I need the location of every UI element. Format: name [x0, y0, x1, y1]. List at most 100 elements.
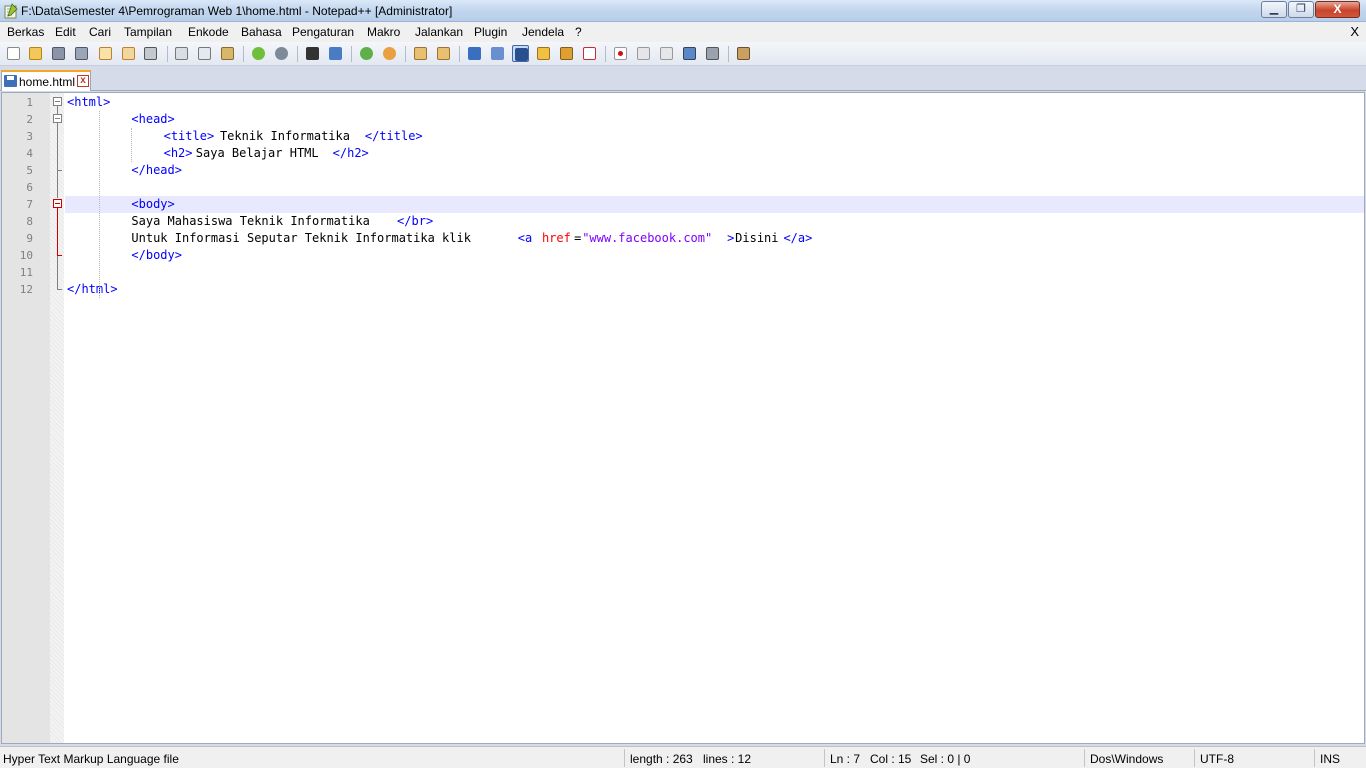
code-token-tag: </html>	[67, 282, 118, 296]
code-area[interactable]: <html> <head> <title> Teknik Informatika </t…	[65, 93, 1364, 743]
code-line[interactable]: </head>	[65, 162, 1364, 179]
line-number: 9	[26, 232, 33, 245]
code-line[interactable]: </html>	[65, 281, 1364, 298]
code-token-tag: </title>	[364, 129, 423, 143]
minimize-button[interactable]: ▁	[1261, 1, 1287, 18]
status-separator	[624, 749, 625, 767]
close-window-button[interactable]: X	[1315, 1, 1360, 18]
menu-tampilan[interactable]: Tampilan	[124, 25, 172, 39]
zoom-in-icon[interactable]	[358, 45, 375, 62]
play-macro-icon[interactable]	[658, 45, 675, 62]
stop-macro-icon[interactable]	[635, 45, 652, 62]
indent-guide-icon[interactable]	[512, 45, 529, 62]
doc-map-icon[interactable]	[558, 45, 575, 62]
line-number: 1	[26, 96, 33, 109]
sync-horizontal-icon[interactable]	[435, 45, 452, 62]
menu-makro[interactable]: Makro	[367, 25, 400, 39]
paste-icon[interactable]	[219, 45, 236, 62]
save-macro-icon[interactable]	[704, 45, 721, 62]
code-token-tag: <h2>	[163, 146, 193, 160]
code-token-attr: href	[541, 231, 571, 245]
print-icon[interactable]	[142, 45, 159, 62]
code-editor[interactable]: 1 2 3 4 5 6 7 8 9 10 11 12 <html> <head> <title> Tekni…	[1, 92, 1365, 744]
fold-head-icon[interactable]	[53, 114, 62, 123]
code-token-tag: </h2>	[332, 146, 369, 160]
copy-icon[interactable]	[196, 45, 213, 62]
line-number: 6	[26, 181, 33, 194]
save-icon[interactable]	[50, 45, 67, 62]
code-token-tag: >	[727, 231, 735, 245]
code-token-text: Saya Belajar HTML	[195, 146, 319, 160]
column-position-status: Col : 15	[870, 752, 912, 766]
code-token-tag: <head>	[131, 112, 175, 126]
close-tab-icon[interactable]: x	[77, 75, 89, 87]
code-line[interactable]: Saya Mahasiswa Teknik Informatika </br>	[65, 213, 1364, 230]
encoding-status[interactable]: UTF-8	[1200, 752, 1234, 766]
eol-format-status[interactable]: Dos\Windows	[1090, 752, 1163, 766]
fold-html-icon[interactable]	[53, 97, 62, 106]
menu-jalankan[interactable]: Jalankan	[415, 25, 463, 39]
restore-icon: ❐	[1296, 3, 1306, 15]
code-line[interactable]: <title> Teknik Informatika </title>	[65, 128, 1364, 145]
menu-cari[interactable]: Cari	[89, 25, 111, 39]
code-line[interactable]: <html>	[65, 94, 1364, 111]
menu-help[interactable]: ?	[575, 25, 582, 39]
fold-html-end	[57, 289, 62, 290]
redo-icon[interactable]	[273, 45, 290, 62]
toolbar-separator	[297, 46, 298, 62]
status-separator	[1314, 749, 1315, 767]
menu-plugin[interactable]: Plugin	[474, 25, 507, 39]
status-bar: Hyper Text Markup Language file length :…	[0, 746, 1366, 768]
new-file-icon[interactable]	[5, 45, 22, 62]
run-macro-multiple-icon[interactable]	[681, 45, 698, 62]
code-line[interactable]: <h2> Saya Belajar HTML </h2>	[65, 145, 1364, 162]
undo-icon[interactable]	[250, 45, 267, 62]
replace-icon[interactable]	[327, 45, 344, 62]
code-token-text: Untuk Informasi Seputar Teknik Informati…	[131, 231, 479, 245]
code-line[interactable]: </body>	[65, 247, 1364, 264]
find-icon[interactable]	[304, 45, 321, 62]
code-line[interactable]	[65, 179, 1364, 196]
line-number: 10	[19, 249, 33, 262]
zoom-out-icon[interactable]	[381, 45, 398, 62]
cut-icon[interactable]	[173, 45, 190, 62]
tab-home-html[interactable]: home.html x	[1, 70, 91, 91]
menu-enkode[interactable]: Enkode	[188, 25, 229, 39]
record-macro-icon[interactable]	[612, 45, 629, 62]
save-all-icon[interactable]	[73, 45, 90, 62]
line-position-status: Ln : 7	[830, 752, 861, 766]
udl-icon[interactable]	[535, 45, 552, 62]
close-icon: X	[1333, 2, 1342, 16]
saved-file-icon	[4, 75, 17, 87]
line-number: 7	[26, 198, 33, 211]
sync-vertical-icon[interactable]	[412, 45, 429, 62]
function-list-icon[interactable]	[581, 45, 598, 62]
code-line[interactable]: <head>	[65, 111, 1364, 128]
menu-bahasa[interactable]: Bahasa	[241, 25, 282, 39]
fold-head-line	[57, 123, 58, 170]
launch-browser-icon[interactable]	[735, 45, 752, 62]
close-document-button[interactable]: X	[1350, 24, 1359, 39]
fold-body-icon[interactable]	[53, 199, 62, 208]
code-line[interactable]: Untuk Informasi Seputar Teknik Informati…	[65, 230, 1364, 247]
maximize-button[interactable]: ❐	[1288, 1, 1314, 18]
code-line[interactable]: <body>	[65, 196, 1364, 213]
show-all-chars-icon[interactable]	[489, 45, 506, 62]
code-token-text: Saya Mahasiswa Teknik Informatika	[131, 214, 370, 228]
menu-jendela[interactable]: Jendela	[522, 25, 564, 39]
menu-edit[interactable]: Edit	[55, 25, 76, 39]
word-wrap-icon[interactable]	[466, 45, 483, 62]
code-token-text: Disini	[735, 231, 779, 245]
toolbar-separator	[605, 46, 606, 62]
code-token-tag: </body>	[131, 248, 182, 262]
menu-berkas[interactable]: Berkas	[7, 25, 44, 39]
title-bar[interactable]: F:\Data\Semester 4\Pemrograman Web 1\hom…	[0, 0, 1366, 22]
code-line[interactable]	[65, 264, 1364, 281]
toolbar-separator	[351, 46, 352, 62]
menu-pengaturan[interactable]: Pengaturan	[292, 25, 354, 39]
close-icon[interactable]	[97, 45, 114, 62]
document-tab-bar: home.html x	[0, 67, 1366, 91]
open-file-icon[interactable]	[27, 45, 44, 62]
close-all-icon[interactable]	[120, 45, 137, 62]
fold-html-line	[57, 106, 58, 114]
